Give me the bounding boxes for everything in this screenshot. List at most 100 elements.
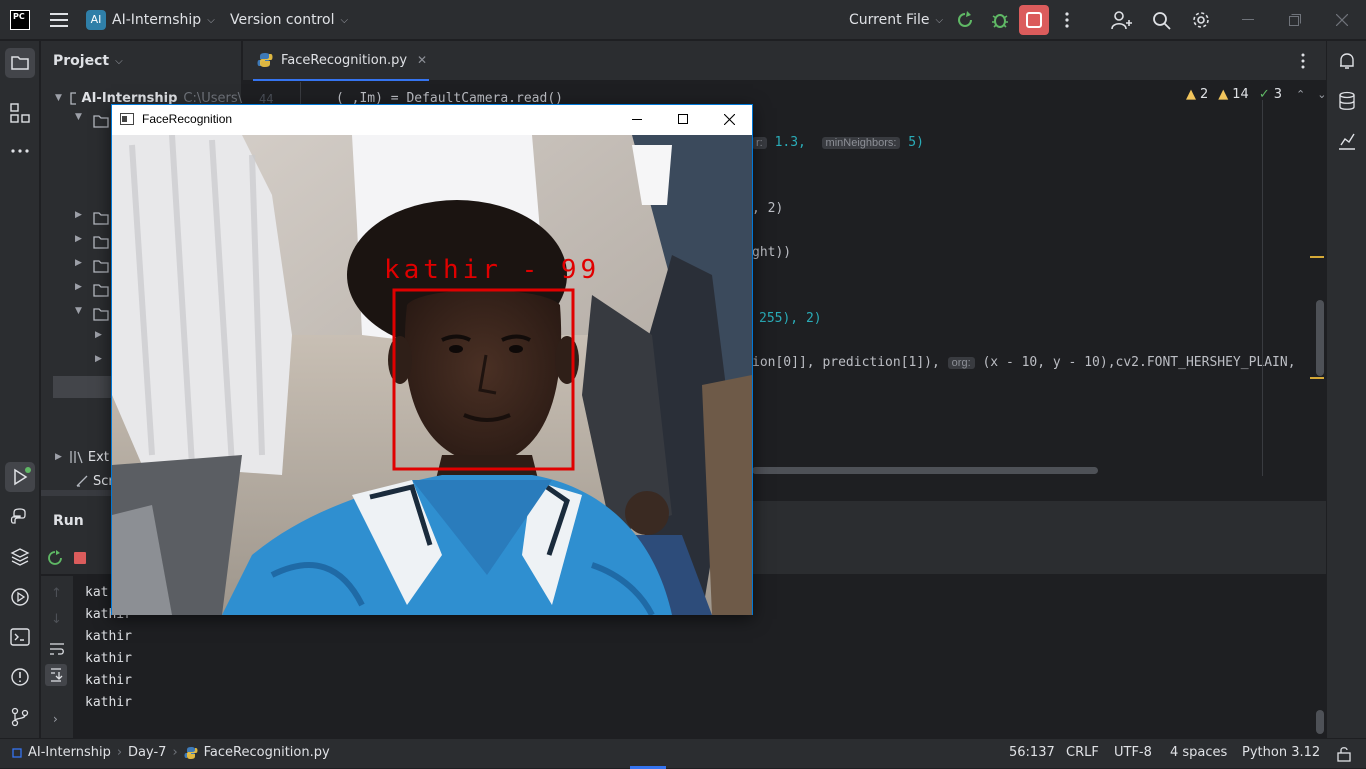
run-config-selector[interactable]: Current File ⌵ bbox=[849, 8, 943, 32]
more-tools-icon[interactable] bbox=[10, 148, 30, 154]
tree-chevron-collapsed[interactable]: ▶ bbox=[75, 234, 82, 244]
chevron-down-icon: ⌵ bbox=[935, 14, 944, 26]
window-close-icon[interactable] bbox=[724, 114, 735, 125]
rerun-icon[interactable] bbox=[47, 550, 63, 566]
main-menu-icon[interactable] bbox=[50, 12, 68, 28]
vertical-scrollbar[interactable] bbox=[1316, 300, 1324, 376]
tab-facerecognition[interactable]: FaceRecognition.py ✕ bbox=[253, 41, 429, 81]
gear-icon[interactable] bbox=[1191, 10, 1211, 30]
window-minimize-icon[interactable] bbox=[632, 119, 642, 120]
lock-icon[interactable] bbox=[1337, 746, 1351, 762]
project-view-selector[interactable]: Project ⌵ bbox=[53, 53, 123, 69]
breadcrumb-item[interactable]: AI-Internship bbox=[28, 745, 111, 760]
warning-stripe-marker[interactable] bbox=[1310, 256, 1324, 258]
folder-icon bbox=[93, 308, 109, 321]
python-file-icon bbox=[257, 53, 273, 67]
breadcrumb-item[interactable]: FaceRecognition.py bbox=[204, 745, 330, 760]
restore-icon[interactable] bbox=[1289, 14, 1301, 26]
add-user-icon[interactable] bbox=[1111, 10, 1133, 30]
warnings-count: 2 bbox=[1200, 87, 1209, 102]
chevron-right-icon[interactable]: › bbox=[53, 712, 58, 726]
folder-icon bbox=[93, 260, 109, 273]
editor-horizontal-scrollbar[interactable] bbox=[752, 467, 1098, 474]
soft-wrap-icon[interactable] bbox=[49, 642, 65, 656]
close-tab-icon[interactable]: ✕ bbox=[417, 53, 427, 67]
notifications-icon[interactable] bbox=[1337, 51, 1357, 71]
project-switcher[interactable]: AI AI-Internship ⌵ bbox=[86, 8, 215, 32]
warning-stripe-marker[interactable] bbox=[1310, 377, 1324, 379]
folder-icon bbox=[93, 115, 109, 128]
code-line-scale-factor[interactable]: r: 1.3, minNeighbors: 5) bbox=[752, 135, 924, 150]
chevron-right-icon: › bbox=[172, 745, 178, 760]
problems-icon[interactable] bbox=[10, 667, 30, 687]
tree-chevron-collapsed[interactable]: ▶ bbox=[75, 258, 82, 268]
minimize-icon[interactable] bbox=[1242, 19, 1254, 21]
weak-warning-icon: ▲ bbox=[1218, 87, 1229, 102]
file-encoding[interactable]: UTF-8 bbox=[1114, 745, 1152, 760]
library-icon bbox=[70, 451, 83, 464]
inspection-widget[interactable]: ▲ 2 ▲ 14 ✓ 3 ⌃ ⌄ bbox=[1186, 87, 1326, 102]
right-tool-window-bar bbox=[1326, 41, 1366, 738]
tree-chevron-expanded[interactable]: ▼ bbox=[75, 112, 82, 122]
module-icon bbox=[12, 747, 22, 758]
database-icon[interactable] bbox=[1337, 91, 1357, 111]
terminal-icon[interactable] bbox=[10, 627, 30, 647]
services-icon[interactable] bbox=[10, 587, 30, 607]
project-tool-button[interactable] bbox=[5, 48, 35, 78]
python-packages-icon[interactable] bbox=[10, 547, 30, 567]
window-title-bar[interactable]: FaceRecognition bbox=[112, 105, 752, 135]
indent-setting[interactable]: 4 spaces bbox=[1170, 745, 1227, 760]
face-recognition-window[interactable]: FaceRecognition kathir - 99 bbox=[111, 104, 753, 615]
python-interpreter[interactable]: Python 3.12 bbox=[1242, 745, 1320, 760]
code-line-resize[interactable]: ght)) bbox=[752, 245, 791, 260]
python-console-icon[interactable] bbox=[10, 507, 30, 527]
run-tool-button[interactable] bbox=[5, 462, 35, 492]
output-line: kathir bbox=[85, 629, 132, 644]
line-endings[interactable]: CRLF bbox=[1066, 745, 1099, 760]
pycharm-logo: PC bbox=[10, 10, 30, 30]
ok-count: 3 bbox=[1273, 87, 1283, 102]
run-config-label: Current File bbox=[849, 12, 930, 28]
git-icon[interactable] bbox=[10, 707, 30, 727]
search-icon[interactable] bbox=[1152, 11, 1172, 31]
arrow-up-icon[interactable]: ↑ bbox=[51, 586, 62, 601]
chevron-down-icon: ▼ bbox=[55, 93, 62, 103]
debug-icon[interactable] bbox=[990, 10, 1010, 30]
sciview-icon[interactable] bbox=[1337, 131, 1357, 151]
stop-button[interactable] bbox=[1019, 5, 1049, 35]
title-bar: PC AI AI-Internship ⌵ Version control ⌵ … bbox=[0, 0, 1366, 40]
more-actions-icon[interactable] bbox=[1062, 11, 1072, 29]
tree-chevron-collapsed[interactable]: ▶ bbox=[95, 354, 102, 364]
run-side-toolbar: ↑ ↓ › bbox=[41, 576, 73, 738]
previous-highlight-icon[interactable]: ⌃ bbox=[1296, 88, 1305, 101]
breadcrumb: AI-Internship › Day-7 › FaceRecognition.… bbox=[12, 745, 330, 760]
caret-position[interactable]: 56:137 bbox=[1009, 745, 1055, 760]
code-line-puttext[interactable]: ion[0]], prediction[1]), org: (x - 10, y… bbox=[752, 355, 1318, 370]
close-icon[interactable] bbox=[1336, 14, 1348, 26]
rerun-icon[interactable] bbox=[955, 11, 975, 29]
face-label: kathir - 99 bbox=[384, 255, 600, 285]
output-line: kathir bbox=[85, 651, 132, 666]
code-line-rectangle[interactable]: , 2) bbox=[752, 201, 783, 216]
version-control-menu[interactable]: Version control ⌵ bbox=[230, 8, 348, 32]
check-icon: ✓ bbox=[1258, 87, 1270, 102]
breadcrumb-item[interactable]: Day-7 bbox=[128, 745, 166, 760]
stop-icon[interactable] bbox=[73, 551, 87, 565]
output-scrollbar[interactable] bbox=[1316, 710, 1324, 734]
scratches-row[interactable]: Scr bbox=[41, 471, 114, 491]
tree-chevron-collapsed[interactable]: ▶ bbox=[95, 330, 102, 340]
window-maximize-icon[interactable] bbox=[678, 114, 688, 124]
tree-chevron-collapsed[interactable]: ▶ bbox=[75, 210, 82, 220]
external-libraries-row[interactable]: ▶ Ext bbox=[41, 447, 109, 467]
code-line-color[interactable]: 255), 2) bbox=[759, 311, 822, 326]
tab-options-icon[interactable] bbox=[1300, 52, 1306, 70]
arrow-down-icon[interactable]: ↓ bbox=[51, 612, 62, 627]
structure-icon[interactable] bbox=[10, 103, 30, 123]
scroll-to-end-icon[interactable] bbox=[45, 664, 67, 686]
chevron-down-icon: ⌵ bbox=[207, 14, 215, 26]
tree-chevron-expanded[interactable]: ▼ bbox=[75, 306, 82, 316]
right-margin-guide bbox=[1262, 100, 1263, 476]
output-line: kathir bbox=[85, 673, 132, 688]
tree-chevron-collapsed[interactable]: ▶ bbox=[75, 282, 82, 292]
next-highlight-icon[interactable]: ⌄ bbox=[1317, 88, 1326, 101]
